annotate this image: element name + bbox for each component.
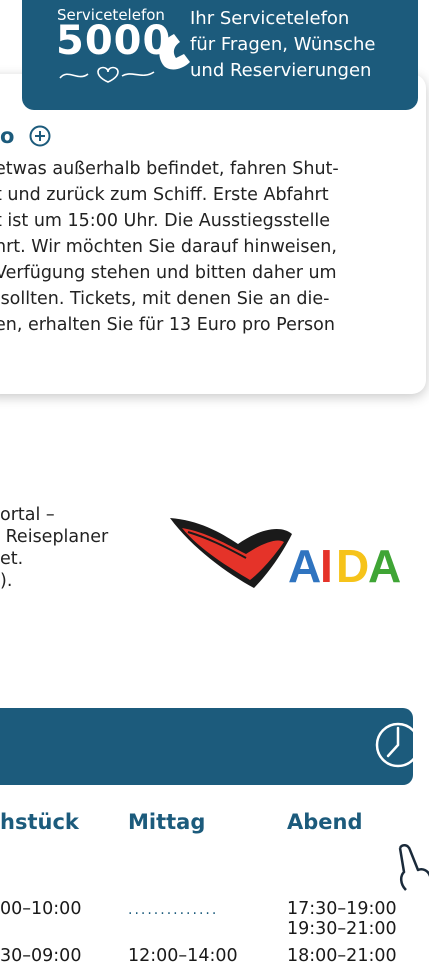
row1-breakfast: 00–10:00 <box>0 899 82 919</box>
row2-lunch: 12:00–14:00 <box>128 946 238 966</box>
expand-plus-icon[interactable] <box>29 125 51 147</box>
col-header-breakfast: hstück <box>0 810 79 834</box>
clock-icon <box>375 722 421 768</box>
svg-text:I: I <box>320 540 333 590</box>
row2-dinner: 18:00–21:00 <box>287 946 397 966</box>
svg-text:A: A <box>288 540 321 590</box>
row2-breakfast: 30–09:00 <box>0 946 82 966</box>
row1-dinner: 17:30–19:00 19:30–21:00 <box>287 899 397 939</box>
aida-logo: A I D A <box>170 518 401 590</box>
heart-line-icon <box>59 66 155 83</box>
info-card: o etwas außerhalb befindet, fahren Shut-… <box>0 74 426 394</box>
service-phone-banner[interactable]: Servicetelefon 5000 Ihr Servicetelefon f… <box>22 0 418 110</box>
row1-lunch-empty: ·············· <box>128 906 219 922</box>
col-header-lunch: Mittag <box>128 810 206 834</box>
card-heading: o <box>0 124 15 148</box>
svg-text:D: D <box>336 540 369 590</box>
schedule-header-bar[interactable] <box>0 708 413 785</box>
col-header-dinner: Abend <box>287 810 363 834</box>
portal-text: ortal – Reiseplaner et. ). <box>0 505 109 591</box>
card-paragraph: etwas außerhalb befindet, fahren Shut- t… <box>0 159 339 335</box>
svg-text:A: A <box>368 540 401 590</box>
pointer-hand-icon <box>398 844 429 891</box>
service-description: Ihr Servicetelefon für Fragen, Wünsche u… <box>190 8 376 81</box>
